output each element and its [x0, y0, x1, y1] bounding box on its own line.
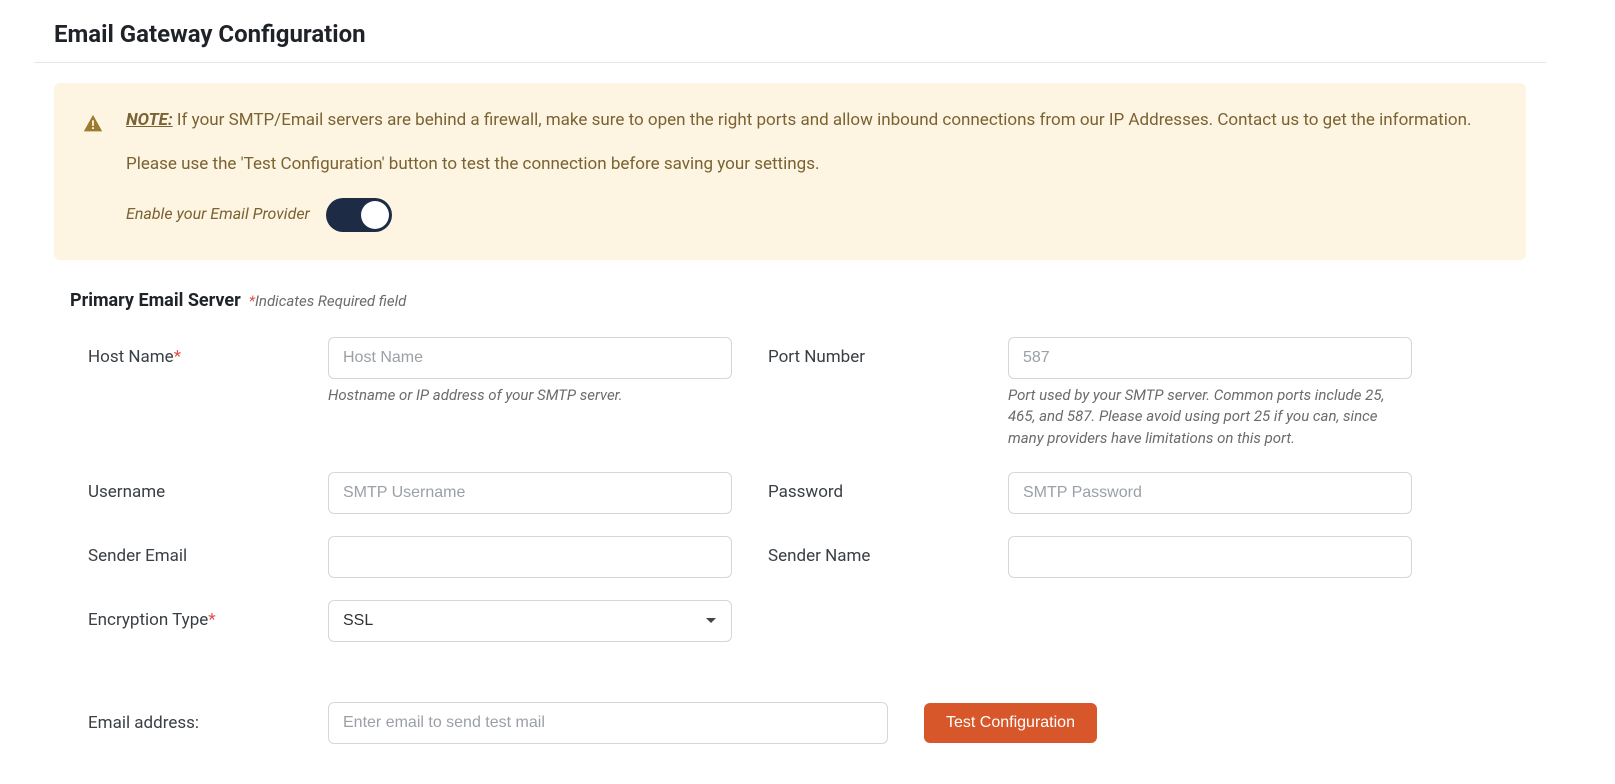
required-field-note: *Indicates Required field [249, 292, 407, 310]
sender-name-label: Sender Name [768, 536, 1008, 566]
host-name-input[interactable] [328, 337, 732, 379]
encryption-type-label: Encryption Type* [88, 600, 328, 630]
toggle-knob [361, 201, 389, 229]
alert-note-paragraph: NOTE: If your SMTP/Email servers are beh… [126, 107, 1498, 133]
password-label: Password [768, 472, 1008, 502]
alert-box: NOTE: If your SMTP/Email servers are beh… [54, 83, 1526, 260]
encryption-type-select[interactable]: SSL [328, 600, 732, 642]
host-name-helper: Hostname or IP address of your SMTP serv… [328, 385, 732, 407]
alert-note-label: NOTE: [126, 110, 173, 130]
alert-content: NOTE: If your SMTP/Email servers are beh… [126, 107, 1498, 232]
alert-test-text: Please use the 'Test Configuration' butt… [126, 151, 1498, 177]
username-input[interactable] [328, 472, 732, 514]
test-email-label: Email address: [88, 713, 328, 733]
port-number-label: Port Number [768, 337, 1008, 367]
section-heading: Primary Email Server [70, 290, 241, 311]
enable-provider-label: Enable your Email Provider [126, 202, 310, 227]
test-configuration-button[interactable]: Test Configuration [924, 703, 1097, 743]
host-name-label: Host Name* [88, 337, 328, 367]
port-number-helper: Port used by your SMTP server. Common po… [1008, 385, 1412, 450]
alert-note-text: If your SMTP/Email servers are behind a … [173, 110, 1472, 130]
username-label: Username [88, 472, 328, 502]
test-email-input[interactable] [328, 702, 888, 744]
warning-icon [82, 113, 104, 135]
password-input[interactable] [1008, 472, 1412, 514]
page-title: Email Gateway Configuration [34, 0, 1546, 63]
sender-email-label: Sender Email [88, 536, 328, 566]
port-number-input[interactable] [1008, 337, 1412, 379]
enable-provider-toggle[interactable] [326, 198, 392, 232]
sender-email-input[interactable] [328, 536, 732, 578]
sender-name-input[interactable] [1008, 536, 1412, 578]
